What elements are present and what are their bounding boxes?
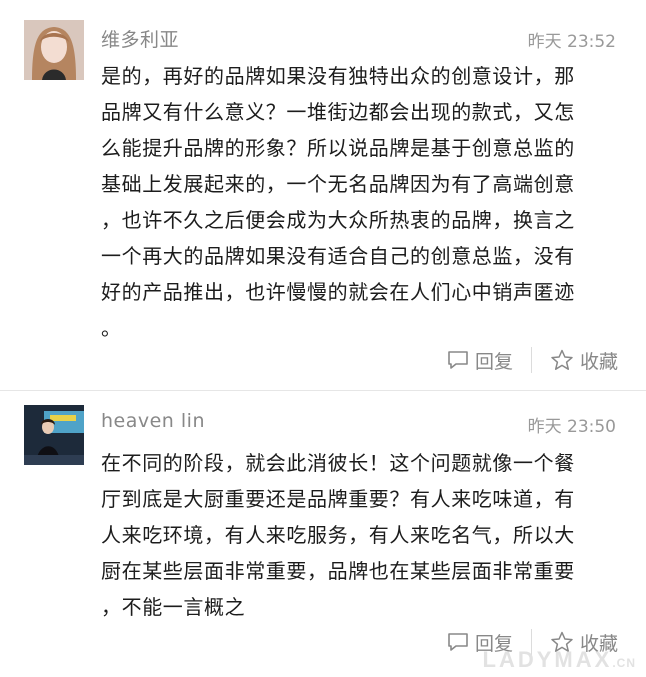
- comment-item: heaven lin 昨天 23:50 在不同的阶段，就会此消彼长！这个问题就像…: [0, 390, 646, 677]
- comment-line: ，不能一言概之: [101, 595, 246, 619]
- comment-line: ，也许不久之后便会成为大众所热衷的品牌，换言之: [101, 208, 575, 232]
- comment-line: 么能提升品牌的形象？所以说品牌是基于创意总监的: [101, 136, 575, 160]
- comment-line: 好的产品推出，也许慢慢的就会在人们心中销声匿迹: [101, 280, 575, 304]
- comment-line: 在不同的阶段，就会此消彼长！这个问题就像一个餐: [101, 451, 575, 475]
- action-divider: [530, 347, 532, 373]
- comment-line: 品牌又有什么意义？一堆街边都会出现的款式，又怎: [101, 100, 575, 124]
- comment-username[interactable]: 维多利亚: [101, 25, 179, 52]
- comment-timestamp: 昨天 23:50: [527, 417, 616, 437]
- comment-actions: 回复 收藏: [447, 345, 618, 375]
- avatar[interactable]: [24, 20, 84, 80]
- comment-line: 厨在某些层面非常重要，品牌也在某些层面非常重要: [101, 559, 575, 583]
- comment-line: 厅到底是大厨重要还是品牌重要？有人来吃味道，有: [101, 487, 575, 511]
- comment-line: 。: [101, 316, 122, 340]
- comment-line: 是的，再好的品牌如果没有独特出众的创意设计，那: [101, 64, 575, 88]
- comment-line: 基础上发展起来的，一个无名品牌因为有了高端创意: [101, 172, 575, 196]
- comment-line: 一个再大的品牌如果没有适合自己的创意总监，没有: [101, 244, 575, 268]
- favorite-button[interactable]: 收藏: [550, 347, 618, 374]
- comment-item: 维多利亚 昨天 23:52 是的，再好的品牌如果没有独特出众的创意设计，那 品牌…: [0, 0, 646, 380]
- reply-button[interactable]: 回复: [447, 347, 513, 374]
- comment-bubble-icon: [448, 633, 468, 651]
- star-outline-icon: [551, 349, 573, 370]
- comment-line: 人来吃环境，有人来吃服务，有人来吃名气，所以大: [101, 523, 575, 547]
- watermark-logo: LADYMAX.CN: [482, 647, 636, 672]
- comment-body: 在不同的阶段，就会此消彼长！这个问题就像一个餐 厅到底是大厨重要还是品牌重要？有…: [101, 445, 611, 625]
- reply-label: 回复: [474, 350, 513, 373]
- comment-username[interactable]: heaven lin: [101, 410, 205, 432]
- comment-bubble-icon: [448, 351, 468, 369]
- comment-body: 是的，再好的品牌如果没有独特出众的创意设计，那 品牌又有什么意义？一堆街边都会出…: [101, 58, 611, 346]
- favorite-label: 收藏: [579, 350, 618, 373]
- avatar[interactable]: [24, 405, 84, 465]
- comment-timestamp: 昨天 23:52: [527, 32, 616, 52]
